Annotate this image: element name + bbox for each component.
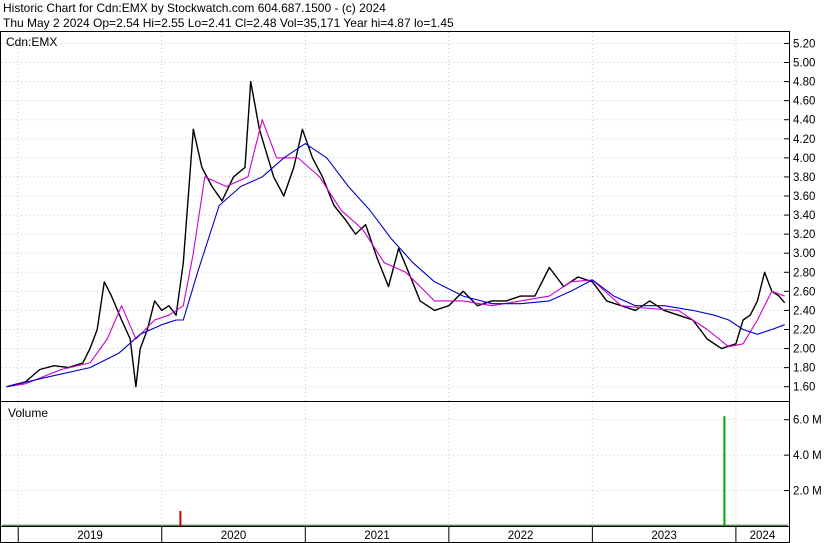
price-tick-label: 1.60	[793, 382, 815, 394]
price-tick-label: 2.40	[793, 305, 815, 317]
price-tick-label: 5.20	[793, 38, 815, 50]
price-tick-label: 3.80	[793, 172, 815, 184]
price-tick-label: 2.00	[793, 344, 815, 356]
price-tick-label: 3.60	[793, 191, 815, 203]
volume-panel-title: Volume	[8, 406, 48, 420]
year-label: 2023	[651, 530, 677, 542]
price-tick-label: 5.00	[793, 58, 815, 70]
volume-bar	[723, 416, 726, 526]
price-tick-label: 2.80	[793, 267, 815, 279]
price-tick-label: 2.60	[793, 286, 815, 298]
price-tick-label: 3.00	[793, 248, 815, 260]
price-tick-label: 4.60	[793, 96, 815, 108]
volume-bar	[179, 510, 182, 526]
volume-tick-label: 6.0 M	[793, 415, 822, 427]
price-tick-label: 3.20	[793, 229, 815, 241]
price-tick-label: 4.40	[793, 115, 815, 127]
year-label: 2020	[221, 530, 247, 542]
stock-chart: 5.20 5.00 4.80 4.60 4.40 4.20 4.00 3.80 3.60 3.40…	[0, 31, 822, 543]
price-tick-label: 4.00	[793, 153, 815, 165]
price-panel-title: Cdn:EMX	[6, 35, 57, 49]
price-panel	[0, 31, 790, 402]
price-tick-label: 1.80	[793, 363, 815, 375]
volume-panel	[0, 401, 790, 527]
year-label: 2024	[750, 530, 776, 542]
volume-tick-label: 4.0 M	[793, 450, 822, 462]
volume-tick-label: 2.0 M	[793, 486, 822, 498]
volume-baseline	[2, 524, 788, 526]
price-tick-label: 2.20	[793, 324, 815, 336]
price-tick-label: 3.40	[793, 210, 815, 222]
price-tick-label: 4.80	[793, 77, 815, 89]
year-label: 2021	[364, 530, 390, 542]
year-label: 2022	[508, 530, 534, 542]
price-tick-label: 4.20	[793, 134, 815, 146]
year-label: 2019	[77, 530, 103, 542]
